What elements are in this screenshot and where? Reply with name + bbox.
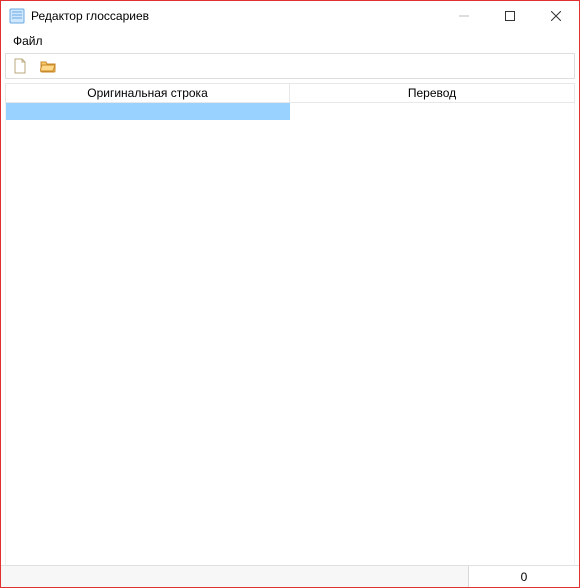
cell-original[interactable] bbox=[6, 103, 290, 120]
new-file-icon bbox=[12, 58, 28, 74]
column-header-original[interactable]: Оригинальная строка bbox=[5, 83, 290, 103]
maximize-button[interactable] bbox=[487, 1, 533, 31]
titlebar: Редактор глоссариев bbox=[1, 1, 579, 31]
status-count: 0 bbox=[469, 566, 579, 587]
app-icon bbox=[9, 8, 25, 24]
menubar: Файл bbox=[1, 31, 579, 51]
new-file-button[interactable] bbox=[10, 56, 30, 76]
minimize-button[interactable] bbox=[441, 1, 487, 31]
toolbar bbox=[5, 53, 575, 79]
status-spacer bbox=[1, 566, 469, 587]
app-window: Редактор глоссариев Файл bbox=[0, 0, 580, 588]
column-header-translation[interactable]: Перевод bbox=[290, 83, 575, 103]
window-title: Редактор глоссариев bbox=[31, 9, 441, 23]
open-file-button[interactable] bbox=[38, 56, 58, 76]
table-row[interactable] bbox=[6, 103, 574, 120]
menu-file[interactable]: Файл bbox=[7, 32, 49, 50]
table-body[interactable] bbox=[5, 103, 575, 565]
open-folder-icon bbox=[40, 58, 56, 74]
cell-translation[interactable] bbox=[290, 103, 574, 120]
statusbar: 0 bbox=[1, 565, 579, 587]
close-button[interactable] bbox=[533, 1, 579, 31]
glossary-table: Оригинальная строка Перевод bbox=[5, 83, 575, 565]
window-controls bbox=[441, 1, 579, 31]
table-header: Оригинальная строка Перевод bbox=[5, 83, 575, 103]
